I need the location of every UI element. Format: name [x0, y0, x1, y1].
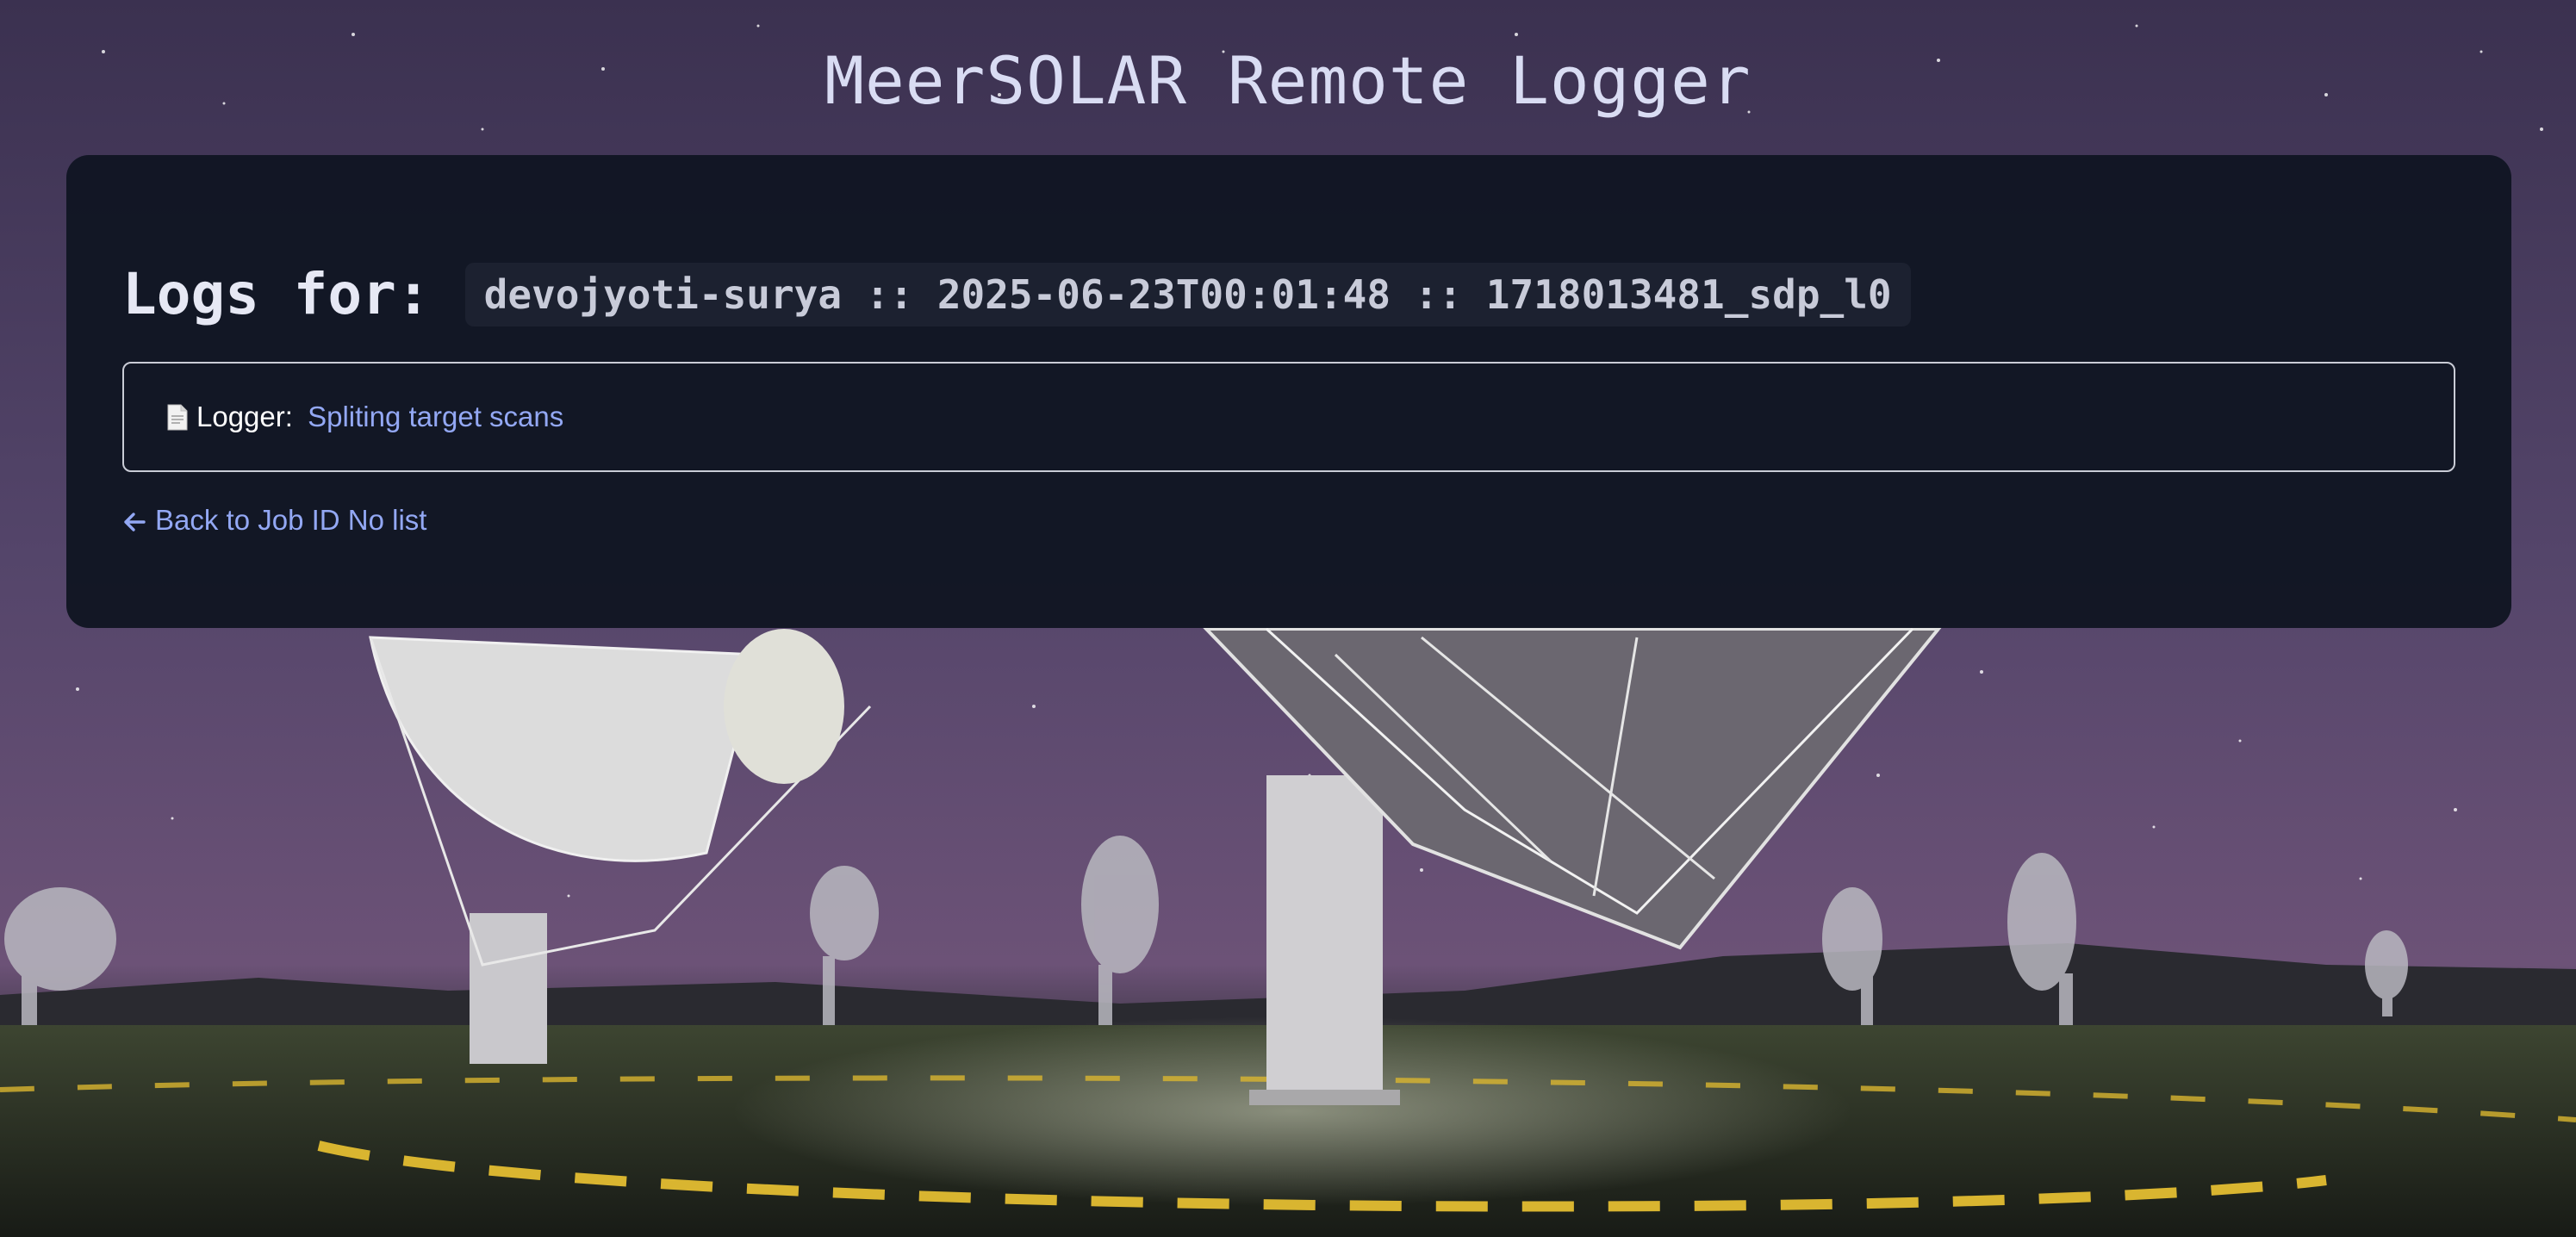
- logs-for-label: Logs for:: [122, 261, 431, 327]
- back-link-label: Back to Job ID No list: [155, 504, 427, 536]
- logs-card: Logs for: devojyoti-surya :: 2025-06-23T…: [66, 155, 2511, 628]
- logger-entry: Logger: Spliting target scans: [122, 362, 2455, 472]
- document-icon: [167, 404, 188, 431]
- logger-link-spliting-target-scans[interactable]: Spliting target scans: [308, 401, 563, 433]
- logs-heading: Logs for: devojyoti-surya :: 2025-06-23T…: [122, 260, 1911, 329]
- page-title: MeerSOLAR Remote Logger: [824, 42, 1752, 119]
- job-identifier: devojyoti-surya :: 2025-06-23T00:01:48 :…: [464, 263, 1911, 326]
- left-arrow-icon: [122, 508, 146, 532]
- back-to-job-list-link[interactable]: Back to Job ID No list: [122, 504, 426, 537]
- logger-prefix: Logger:: [196, 401, 302, 432]
